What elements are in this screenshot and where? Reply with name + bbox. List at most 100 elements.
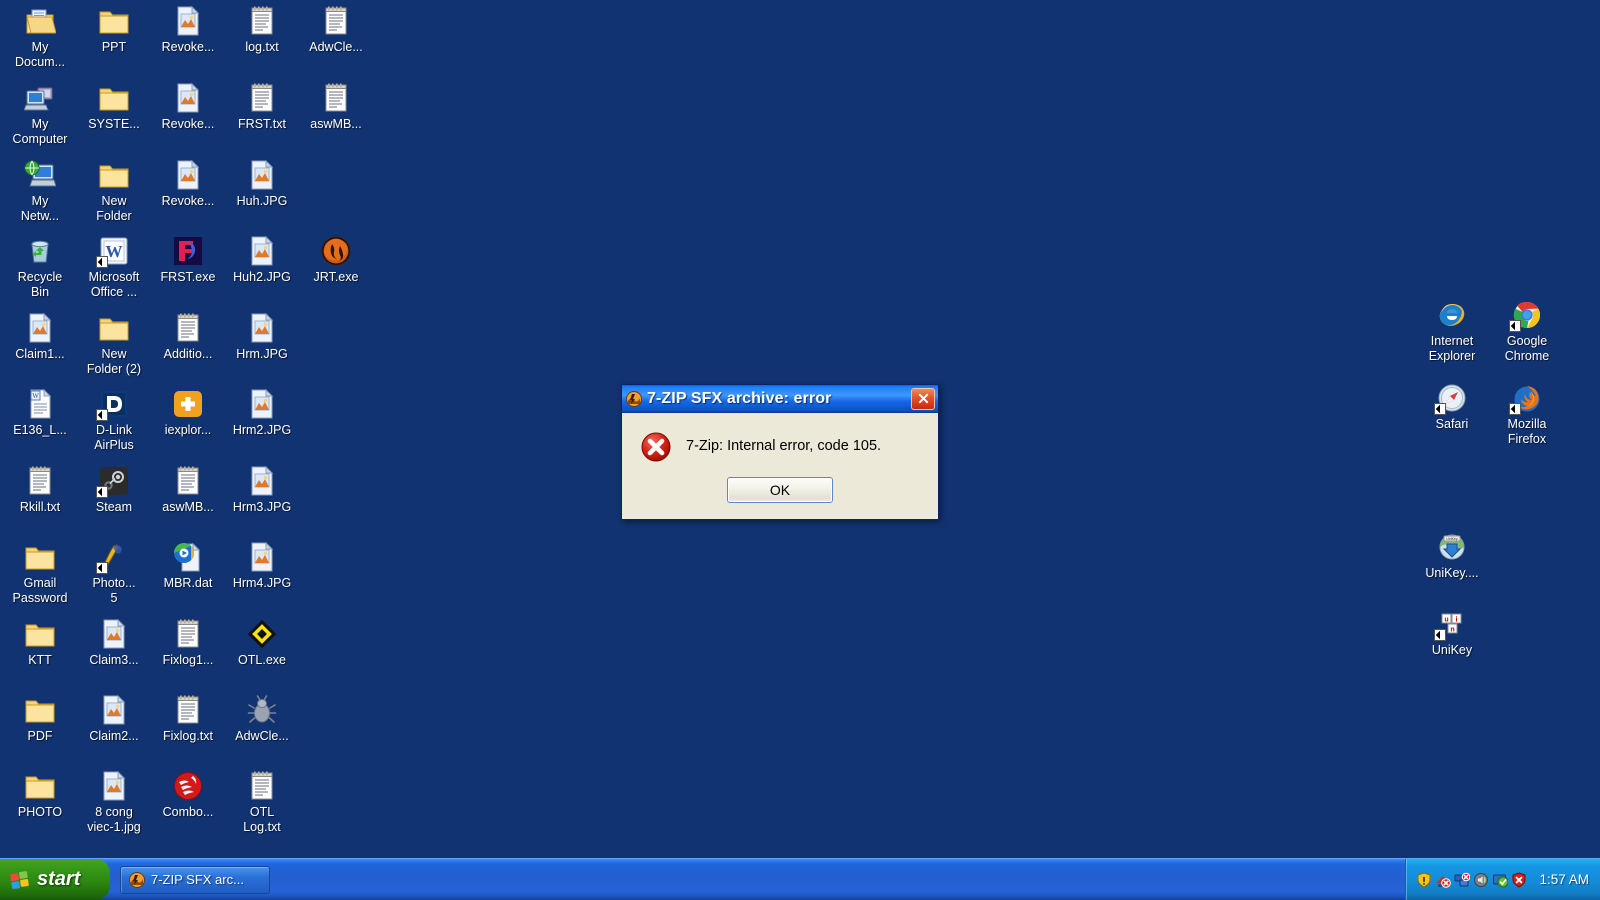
desktop-icon-label: 8 cong viec-1.jpg	[87, 805, 141, 834]
desktop-icon[interactable]: W E136_L...	[0, 388, 80, 438]
system-tray[interactable]: 1:57 AM	[1405, 859, 1600, 900]
desktop-icon[interactable]: Hrm.JPG	[222, 312, 302, 362]
desktop-icon[interactable]: Hrm3.JPG	[222, 465, 302, 515]
desktop-icon[interactable]: Internet Explorer	[1412, 299, 1492, 364]
dialog-titlebar[interactable]: 7-ZIP SFX archive: error	[622, 385, 938, 413]
security-shield-warning-icon[interactable]	[1416, 871, 1432, 888]
desktop-icon-label: Internet Explorer	[1428, 334, 1476, 363]
desktop-icon[interactable]: PDF	[0, 694, 80, 744]
text-file-icon	[24, 465, 56, 497]
media-file-icon	[172, 541, 204, 573]
desktop-icon[interactable]: PHOTO	[0, 770, 80, 820]
desktop-icon[interactable]: Claim2...	[74, 694, 154, 744]
text-file-icon	[172, 465, 204, 497]
desktop-icon[interactable]: log.txt	[222, 5, 302, 55]
desktop-icon[interactable]: SYSTE...	[74, 82, 154, 132]
taskbar[interactable]: start 7-ZIP SFX arc... 1:57 AM	[0, 858, 1600, 900]
desktop-icon[interactable]: New Folder (2)	[74, 312, 154, 377]
network-disconnected-icon[interactable]	[1454, 872, 1471, 888]
desktop-icon[interactable]: D-Link AirPlus	[74, 388, 154, 453]
shortcut-arrow-icon	[1509, 403, 1521, 415]
svg-text:u: u	[1444, 617, 1448, 624]
volume-icon[interactable]	[1473, 872, 1489, 888]
google-chrome-icon	[1509, 299, 1543, 332]
text-file-icon	[246, 5, 278, 37]
image-file-icon	[246, 465, 278, 497]
desktop-icon[interactable]: Additio...	[148, 312, 228, 362]
desktop-icon[interactable]: My Netw...	[0, 159, 80, 224]
desktop-icon[interactable]: New Folder	[74, 159, 154, 224]
desktop-icon[interactable]: Revoke...	[148, 82, 228, 132]
task-button-7zip[interactable]: 7-ZIP SFX arc...	[120, 865, 270, 894]
desktop-icon[interactable]: Hrm4.JPG	[222, 541, 302, 591]
desktop-icon[interactable]: AdwCle...	[222, 694, 302, 744]
desktop-icon[interactable]: 8 cong viec-1.jpg	[74, 770, 154, 835]
desktop-icon[interactable]: Claim1...	[0, 312, 80, 362]
desktop-icon[interactable]: JRT.exe	[296, 235, 376, 285]
desktop-icon[interactable]: My Docum...	[0, 5, 80, 70]
desktop-icon[interactable]: MBR.dat	[148, 541, 228, 591]
windows-flag-icon	[9, 869, 31, 891]
update-icon[interactable]	[1492, 872, 1509, 888]
desktop-icon[interactable]: u i n UniKey	[1412, 608, 1492, 658]
desktop-icon[interactable]: OTL Log.txt	[222, 770, 302, 835]
shortcut-arrow-icon	[1434, 403, 1446, 415]
desktop-icon[interactable]: Google Chrome	[1487, 299, 1567, 364]
desktop-icon[interactable]: Combo...	[148, 770, 228, 820]
desktop-icon[interactable]: aswMB...	[296, 82, 376, 132]
desktop-icon[interactable]: Recycle Bin	[0, 235, 80, 300]
desktop-icon-label: My Docum...	[14, 40, 65, 69]
desktop-icon[interactable]: Photo... 5	[74, 541, 154, 606]
desktop-icon[interactable]: AdwCle...	[296, 5, 376, 55]
shortcut-arrow-icon	[1434, 629, 1446, 641]
text-file-icon	[246, 770, 278, 802]
desktop-icon-label: PDF	[27, 729, 53, 743]
desktop-icon-label: D-Link AirPlus	[94, 423, 134, 452]
svg-text:n: n	[1450, 627, 1454, 634]
desktop-icon[interactable]: Gmail Password	[0, 541, 80, 606]
desktop-icon[interactable]: Huh2.JPG	[222, 235, 302, 285]
desktop-icon[interactable]: Revoke...	[148, 159, 228, 209]
dialog-button-row: OK	[622, 463, 938, 519]
desktop-icon[interactable]: W Microsoft Office ...	[74, 235, 154, 300]
desktop-icon-label: UniKey	[1431, 643, 1473, 657]
desktop-icon[interactable]: OTL.exe	[222, 618, 302, 668]
desktop-icon[interactable]: Safari	[1412, 382, 1492, 432]
svg-text:W: W	[106, 242, 123, 261]
image-file-icon	[98, 770, 130, 802]
desktop-icon-label: Claim2...	[89, 729, 139, 743]
desktop-icon[interactable]: FRST.exe	[148, 235, 228, 285]
ok-button[interactable]: OK	[727, 477, 833, 503]
desktop-icon-label: PHOTO	[17, 805, 63, 819]
folder-icon	[24, 618, 56, 650]
my-network-places-icon	[24, 159, 56, 191]
desktop-icon[interactable]: Fixlog.txt	[148, 694, 228, 744]
desktop-icon[interactable]: UniKey UniKey....	[1412, 531, 1492, 581]
desktop-icon[interactable]: iexplor...	[148, 388, 228, 438]
desktop-icon[interactable]: Claim3...	[74, 618, 154, 668]
desktop-icon[interactable]: Hrm2.JPG	[222, 388, 302, 438]
antivirus-alert-icon[interactable]	[1435, 872, 1452, 888]
desktop-icon-label: Hrm2.JPG	[232, 423, 292, 437]
desktop-icon-label: E136_L...	[13, 423, 67, 437]
desktop-icon[interactable]: Revoke...	[148, 5, 228, 55]
desktop-icon[interactable]: Mozilla Firefox	[1487, 382, 1567, 447]
dialog-message: 7-Zip: Internal error, code 105.	[686, 438, 882, 454]
sfx-error-dialog[interactable]: 7-ZIP SFX archive: error 7-Zip: Internal…	[621, 384, 939, 520]
desktop-icon[interactable]: KTT	[0, 618, 80, 668]
close-icon[interactable]	[911, 387, 935, 410]
shortcut-arrow-icon	[96, 256, 108, 268]
desktop-icon-label: Huh2.JPG	[233, 270, 291, 284]
desktop-icon[interactable]: Rkill.txt	[0, 465, 80, 515]
desktop-icon[interactable]: Steam	[74, 465, 154, 515]
security-center-alert-icon[interactable]	[1511, 871, 1527, 888]
desktop-icon[interactable]: Huh.JPG	[222, 159, 302, 209]
desktop-icon[interactable]: Fixlog1...	[148, 618, 228, 668]
desktop-icon[interactable]: aswMB...	[148, 465, 228, 515]
desktop-icon[interactable]: FRST.txt	[222, 82, 302, 132]
desktop[interactable]: My Docum... My Computer My Netw... Recycle …	[0, 0, 1600, 900]
desktop-icon[interactable]: PPT	[74, 5, 154, 55]
start-button[interactable]: start	[0, 859, 110, 900]
image-file-icon	[246, 541, 278, 573]
desktop-icon[interactable]: My Computer	[0, 82, 80, 147]
